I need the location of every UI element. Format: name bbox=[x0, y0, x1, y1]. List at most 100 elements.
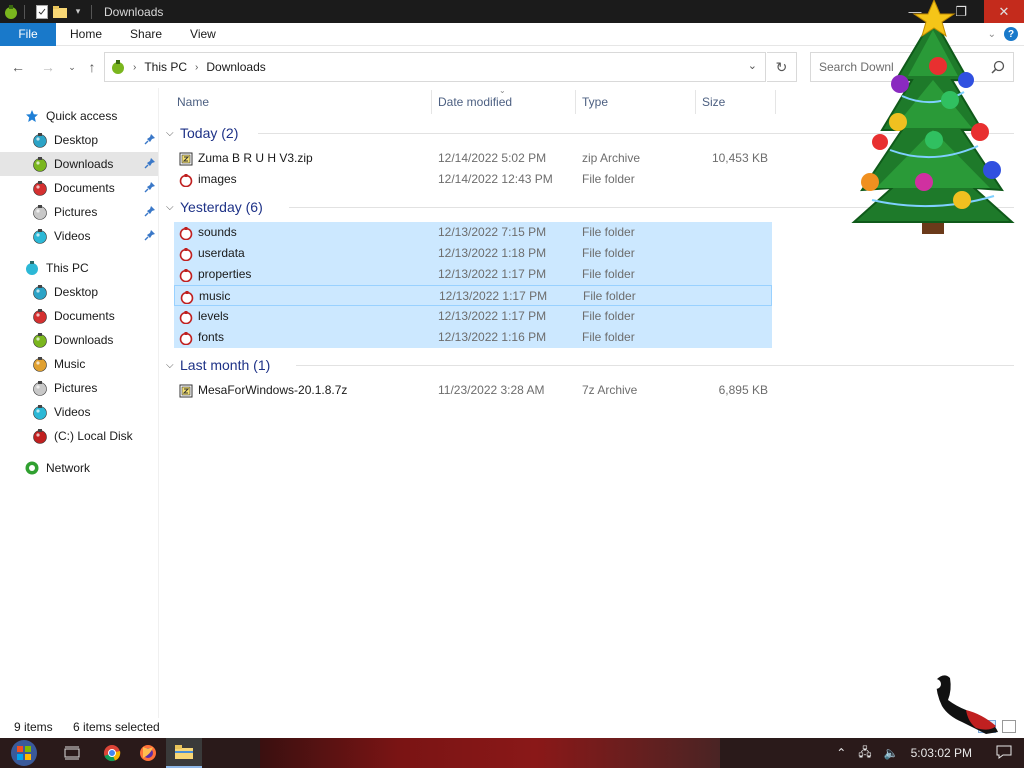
sidebar-item-network[interactable]: Network bbox=[0, 456, 158, 480]
sidebar-item-pictures[interactable]: Pictures bbox=[0, 376, 158, 400]
folder-icon bbox=[178, 172, 194, 188]
sidebar-item-pictures[interactable]: Pictures bbox=[0, 200, 158, 224]
documents-icon bbox=[32, 180, 48, 196]
firefox-icon[interactable] bbox=[130, 738, 166, 768]
file-row[interactable]: MesaForWindows-20.1.8.7z 11/23/2022 3:28 … bbox=[174, 380, 772, 401]
clock[interactable]: 5:03:02 PM bbox=[911, 746, 972, 760]
file-type: File folder bbox=[582, 309, 635, 323]
sidebar-item-label: Pictures bbox=[54, 205, 98, 219]
start-button[interactable] bbox=[4, 738, 44, 768]
pin-icon[interactable] bbox=[144, 205, 156, 220]
file-row[interactable]: levels 12/13/2022 1:17 PM File folder bbox=[174, 306, 772, 327]
sidebar-item-this-pc[interactable]: This PC bbox=[0, 256, 158, 280]
tab-share[interactable]: Share bbox=[116, 23, 176, 46]
address-bar[interactable]: › This PC › Downloads ⌄ bbox=[104, 52, 766, 82]
group-header[interactable]: ⌵ Yesterday (6) bbox=[166, 196, 263, 218]
selection-count: 6 items selected bbox=[73, 720, 160, 734]
file-type: File folder bbox=[582, 172, 635, 186]
sidebar-item-label: Documents bbox=[54, 181, 115, 195]
sidebar-item-c-local-disk[interactable]: (C:) Local Disk bbox=[0, 424, 158, 448]
divider bbox=[91, 4, 92, 19]
folder-icon bbox=[178, 267, 194, 283]
file-row[interactable]: music 12/13/2022 1:17 PM File folder bbox=[174, 285, 772, 306]
tab-home[interactable]: Home bbox=[56, 23, 116, 46]
chevron-right-icon: › bbox=[133, 61, 137, 73]
sidebar-item-downloads[interactable]: Downloads bbox=[0, 152, 158, 176]
pictures-icon bbox=[32, 204, 48, 220]
file-explorer-icon[interactable] bbox=[166, 738, 202, 768]
christmas-tree-image bbox=[851, 0, 1015, 234]
documents-icon bbox=[32, 308, 48, 324]
file-type: 7z Archive bbox=[582, 383, 638, 397]
group-label: Last month (1) bbox=[180, 357, 271, 373]
folder-icon bbox=[179, 289, 195, 305]
refresh-button[interactable]: ↻ bbox=[767, 52, 797, 82]
file-row[interactable]: images 12/14/2022 12:43 PM File folder bbox=[174, 169, 772, 190]
customize-toolbar-icon[interactable]: ▾ bbox=[71, 5, 85, 19]
folder-icon bbox=[178, 246, 194, 262]
divider bbox=[695, 90, 696, 114]
chrome-icon[interactable] bbox=[94, 738, 130, 768]
pin-icon[interactable] bbox=[144, 181, 156, 196]
column-header-type[interactable]: Type bbox=[582, 90, 608, 114]
file-name-cell: images bbox=[178, 169, 237, 190]
sidebar-item-quick-access[interactable]: Quick access bbox=[0, 104, 158, 128]
sidebar-item-videos[interactable]: Videos bbox=[0, 400, 158, 424]
sidebar-item-label: Desktop bbox=[54, 285, 99, 299]
forward-button[interactable]: → bbox=[36, 55, 60, 79]
volume-icon[interactable]: 🔈 bbox=[884, 746, 899, 760]
downloads-location-icon bbox=[111, 60, 125, 74]
sidebar-item-downloads[interactable]: Downloads bbox=[0, 328, 158, 352]
file-name: Zuma B R U H V3.zip bbox=[198, 151, 313, 165]
sidebar-item-videos[interactable]: Videos bbox=[0, 224, 158, 248]
group-header[interactable]: ⌵ Today (2) bbox=[166, 122, 238, 144]
file-date: 12/13/2022 1:17 PM bbox=[438, 309, 547, 323]
breadcrumb-this-pc[interactable]: This PC bbox=[144, 60, 187, 74]
file-name: images bbox=[198, 172, 237, 186]
sidebar-item-documents[interactable]: Documents bbox=[0, 176, 158, 200]
tab-view[interactable]: View bbox=[176, 23, 230, 46]
new-folder-icon[interactable] bbox=[53, 5, 67, 19]
breadcrumb-downloads[interactable]: Downloads bbox=[206, 60, 265, 74]
back-button[interactable]: ← bbox=[6, 55, 30, 79]
pin-icon[interactable] bbox=[144, 133, 156, 148]
file-date: 12/13/2022 1:17 PM bbox=[439, 289, 548, 303]
group-label: Yesterday (6) bbox=[180, 199, 263, 215]
column-header-size[interactable]: Size bbox=[702, 90, 725, 114]
sidebar-item-desktop[interactable]: Desktop bbox=[0, 280, 158, 304]
group-header[interactable]: ⌵ Last month (1) bbox=[166, 354, 270, 376]
action-center-icon[interactable] bbox=[996, 745, 1012, 762]
column-header-name[interactable]: Name bbox=[177, 90, 209, 114]
videos-icon bbox=[32, 228, 48, 244]
sidebar-item-documents[interactable]: Documents bbox=[0, 304, 158, 328]
network-tray-icon[interactable]: 🖧 bbox=[858, 743, 871, 764]
file-type: File folder bbox=[583, 289, 636, 303]
pin-icon[interactable] bbox=[144, 229, 156, 244]
file-row[interactable]: sounds 12/13/2022 7:15 PM File folder bbox=[174, 222, 772, 243]
sidebar-item-label: Desktop bbox=[54, 133, 99, 147]
pin-icon[interactable] bbox=[144, 157, 156, 172]
address-dropdown-icon[interactable]: ⌄ bbox=[748, 59, 757, 72]
sidebar-item-label: Quick access bbox=[46, 109, 118, 123]
task-view-icon[interactable] bbox=[54, 738, 90, 768]
folder-icon bbox=[178, 225, 194, 241]
file-size: 10,453 KB bbox=[711, 151, 768, 165]
app-icon[interactable] bbox=[4, 4, 18, 19]
sidebar-item-music[interactable]: Music bbox=[0, 352, 158, 376]
file-row[interactable]: properties 12/13/2022 1:17 PM File folder bbox=[174, 264, 772, 285]
divider bbox=[296, 365, 1014, 366]
file-date: 12/13/2022 7:15 PM bbox=[438, 225, 547, 239]
up-button[interactable]: ↑ bbox=[80, 55, 104, 79]
file-size bbox=[694, 222, 768, 243]
tab-file[interactable]: File bbox=[0, 22, 56, 46]
sidebar-item-desktop[interactable]: Desktop bbox=[0, 128, 158, 152]
file-row[interactable]: Zuma B R U H V3.zip 12/14/2022 5:02 PM zip… bbox=[174, 148, 772, 169]
properties-icon[interactable] bbox=[35, 4, 49, 19]
file-row[interactable]: fonts 12/13/2022 1:16 PM File folder bbox=[174, 327, 772, 348]
star-icon bbox=[24, 108, 40, 124]
file-size bbox=[694, 264, 768, 285]
file-name-cell: userdata bbox=[178, 243, 245, 264]
file-row[interactable]: userdata 12/13/2022 1:18 PM File folder bbox=[174, 243, 772, 264]
file-date: 12/13/2022 1:16 PM bbox=[438, 330, 547, 344]
show-hidden-icons-icon[interactable]: ⌃ bbox=[836, 746, 846, 760]
